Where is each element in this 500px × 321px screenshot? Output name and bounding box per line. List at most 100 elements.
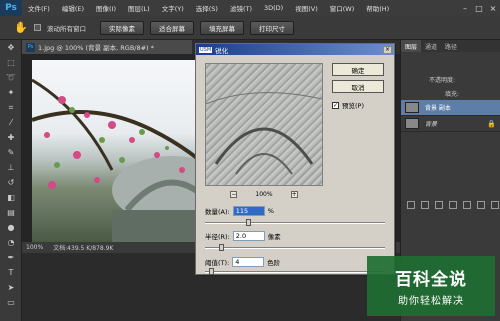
preview-zoom-row: − 100% + bbox=[205, 190, 323, 199]
new-group-icon[interactable] bbox=[463, 201, 471, 209]
pen-tool-icon[interactable]: ✒ bbox=[0, 250, 22, 265]
status-zoom[interactable]: 100% bbox=[26, 244, 43, 251]
lock-icon: 🔒 bbox=[487, 119, 496, 128]
status-document-size: 文档:439.5 K/878.9K bbox=[53, 245, 114, 252]
blur-tool-icon[interactable]: ● bbox=[0, 220, 22, 235]
dialog-close-button[interactable]: × bbox=[383, 45, 392, 54]
preview-checkbox[interactable]: ✓ bbox=[332, 101, 339, 109]
amount-row: 数量(A): % bbox=[205, 206, 274, 216]
filter-preview[interactable] bbox=[205, 63, 323, 186]
move-tool-icon[interactable]: ✥ bbox=[0, 40, 22, 55]
path-selection-tool-icon[interactable]: ➤ bbox=[0, 280, 22, 295]
menu-layer[interactable]: 图层(L) bbox=[122, 3, 156, 13]
layer-background-copy[interactable]: 背景 副本 bbox=[401, 100, 500, 116]
menu-edit[interactable]: 编辑(E) bbox=[56, 3, 90, 13]
menu-file[interactable]: 文件(F) bbox=[22, 3, 56, 13]
opacity-row: 不透明度: bbox=[401, 72, 500, 86]
print-size-button[interactable]: 打印尺寸 bbox=[250, 20, 294, 35]
fill-label: 填充: bbox=[445, 90, 460, 98]
layer-background[interactable]: 背景 🔒 bbox=[401, 116, 500, 132]
fill-screen-button[interactable]: 填充屏幕 bbox=[200, 20, 244, 35]
tab-channels[interactable]: 通道 bbox=[421, 40, 441, 52]
photoshop-logo: Ps bbox=[0, 0, 22, 16]
tab-paths[interactable]: 路径 bbox=[441, 40, 461, 52]
document-tab[interactable]: Ps 1.jpg @ 100% (背景 副本, RGB/8#) * bbox=[22, 40, 192, 54]
brush-tool-icon[interactable]: ✎ bbox=[0, 145, 22, 160]
dialog-title-bar[interactable]: USM 锐化 × bbox=[196, 44, 394, 55]
stamp-tool-icon[interactable]: ⊥ bbox=[0, 160, 22, 175]
adjustment-layer-icon[interactable] bbox=[449, 201, 457, 209]
layer-thumbnail bbox=[405, 118, 419, 129]
cancel-button[interactable]: 取消 bbox=[332, 80, 384, 93]
ok-button[interactable]: 确定 bbox=[332, 63, 384, 76]
document-tab-title: 1.jpg @ 100% (背景 副本, RGB/8#) * bbox=[38, 44, 154, 52]
layer-name: 背景 bbox=[425, 121, 438, 128]
dialog-title: 锐化 bbox=[215, 46, 229, 55]
radius-slider-thumb[interactable] bbox=[219, 244, 225, 251]
threshold-slider[interactable] bbox=[205, 268, 385, 275]
layer-actions bbox=[401, 199, 500, 211]
layer-mask-icon[interactable] bbox=[435, 201, 443, 209]
radius-slider[interactable] bbox=[205, 244, 385, 251]
fill-row: 填充: bbox=[401, 86, 500, 100]
menu-image[interactable]: 图像(I) bbox=[90, 3, 122, 13]
threshold-unit: 色阶 bbox=[267, 259, 281, 267]
maximize-button[interactable]: □ bbox=[472, 0, 486, 16]
zoom-out-button[interactable]: − bbox=[230, 191, 238, 198]
radius-label: 半径(R): bbox=[205, 233, 230, 241]
tab-layers[interactable]: 图层 bbox=[401, 40, 422, 52]
tools-panel: ✥ ⬚ ➰ ✦ ⌗ ⁄ ✚ ✎ ⊥ ↺ ◧ ▤ ● ◔ ✒ T ➤ ▭ bbox=[0, 40, 22, 321]
threshold-slider-thumb[interactable] bbox=[208, 268, 214, 275]
healing-brush-tool-icon[interactable]: ✚ bbox=[0, 130, 22, 145]
shape-tool-icon[interactable]: ▭ bbox=[0, 295, 22, 310]
type-tool-icon[interactable]: T bbox=[0, 265, 22, 280]
lasso-tool-icon[interactable]: ➰ bbox=[0, 70, 22, 85]
preview-label: 预览(P) bbox=[342, 102, 364, 110]
watermark-title: 百科全说 bbox=[395, 270, 467, 290]
window-controls: – □ × bbox=[458, 0, 500, 16]
delete-layer-icon[interactable] bbox=[491, 201, 499, 209]
threshold-input[interactable] bbox=[232, 257, 265, 267]
new-layer-icon[interactable] bbox=[477, 201, 485, 209]
dialog-badge: USM bbox=[199, 46, 213, 53]
menu-type[interactable]: 文字(Y) bbox=[156, 3, 190, 13]
menu-bar: Ps 文件(F) 编辑(E) 图像(I) 图层(L) 文字(Y) 选择(S) 滤… bbox=[0, 0, 500, 16]
amount-input[interactable] bbox=[232, 206, 265, 216]
dodge-tool-icon[interactable]: ◔ bbox=[0, 235, 22, 250]
scroll-all-windows-checkbox[interactable] bbox=[34, 24, 41, 31]
menu-filter[interactable]: 滤镜(T) bbox=[224, 3, 258, 13]
amount-slider-thumb[interactable] bbox=[246, 219, 252, 226]
amount-label: 数量(A): bbox=[205, 208, 230, 216]
layer-thumbnail bbox=[405, 102, 419, 113]
preview-zoom-level: 100% bbox=[255, 191, 273, 198]
close-button[interactable]: × bbox=[486, 0, 500, 16]
preview-checkbox-row[interactable]: ✓ 预览(P) bbox=[332, 100, 364, 110]
fit-screen-button[interactable]: 适合屏幕 bbox=[150, 20, 194, 35]
menu-help[interactable]: 帮助(H) bbox=[360, 3, 395, 13]
magic-wand-tool-icon[interactable]: ✦ bbox=[0, 85, 22, 100]
crop-tool-icon[interactable]: ⌗ bbox=[0, 100, 22, 115]
minimize-button[interactable]: – bbox=[458, 0, 472, 16]
history-brush-tool-icon[interactable]: ↺ bbox=[0, 175, 22, 190]
eraser-tool-icon[interactable]: ◧ bbox=[0, 190, 22, 205]
threshold-row: 阈值(T): 色阶 bbox=[205, 257, 280, 267]
amount-slider[interactable] bbox=[205, 219, 385, 226]
opacity-label: 不透明度: bbox=[429, 76, 456, 84]
layer-style-icon[interactable] bbox=[421, 201, 429, 209]
eyedropper-tool-icon[interactable]: ⁄ bbox=[0, 115, 22, 130]
gradient-tool-icon[interactable]: ▤ bbox=[0, 205, 22, 220]
zoom-in-button[interactable]: + bbox=[290, 191, 298, 198]
menu-select[interactable]: 选择(S) bbox=[190, 3, 224, 13]
watermark-logo: 百科全说 助你轻松解决 bbox=[367, 256, 495, 316]
amount-unit: % bbox=[267, 207, 274, 215]
menu-view[interactable]: 视图(V) bbox=[289, 3, 324, 13]
menu-3d[interactable]: 3D(D) bbox=[258, 4, 289, 12]
actual-pixels-button[interactable]: 实际像素 bbox=[100, 20, 144, 35]
marquee-tool-icon[interactable]: ⬚ bbox=[0, 55, 22, 70]
radius-unit: 像素 bbox=[267, 233, 281, 241]
preview-drawing bbox=[205, 92, 323, 175]
menu-window[interactable]: 窗口(W) bbox=[324, 3, 361, 13]
link-layers-icon[interactable] bbox=[407, 201, 415, 209]
hand-tool-icon[interactable]: ✋ bbox=[14, 21, 28, 35]
radius-input[interactable] bbox=[232, 231, 265, 241]
